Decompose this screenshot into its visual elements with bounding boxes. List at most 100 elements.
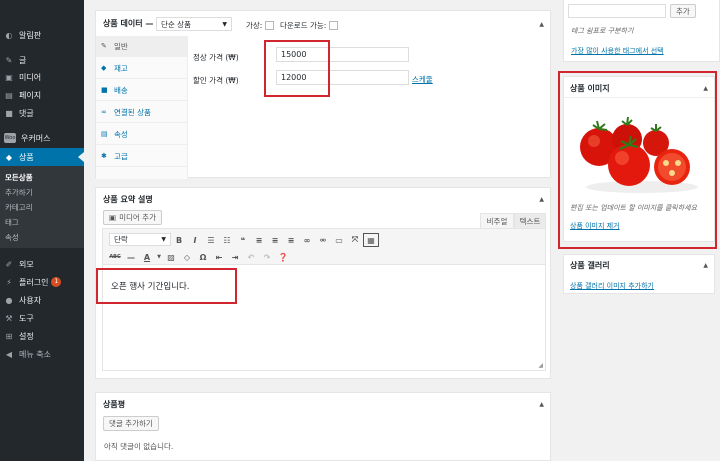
indent-icon[interactable]: ⇥ — [227, 250, 243, 264]
numbered-list-icon[interactable]: ☷ — [219, 233, 235, 247]
strikethrough-icon[interactable]: ABC — [107, 250, 123, 264]
link-icon: ∞ — [101, 108, 107, 116]
tab-text[interactable]: 텍스트 — [514, 213, 546, 228]
page-icon: ▤ — [5, 90, 13, 100]
special-character-icon[interactable]: Ω — [195, 250, 211, 264]
wrench-icon: ⚒ — [5, 313, 13, 323]
products-submenu: 모든상품 추가하기 카테고리 태그 속성 — [0, 166, 84, 248]
admin-sidebar: ◐ 알림판 ✎ 글 ▣ 미디어 ▤ 페이지 ■ 댓글 Woo 우커머스 ◆ 상품… — [0, 0, 84, 461]
submenu-tags[interactable]: 태그 — [5, 217, 19, 228]
box-icon: ◆ — [5, 152, 13, 162]
tab-attributes[interactable]: ▤ 속성 — [96, 124, 188, 145]
menu-dashboard[interactable]: ◐ 알림판 — [0, 26, 84, 44]
brush-icon: ✐ — [5, 259, 13, 269]
media-icon: ▣ — [5, 72, 13, 82]
add-comment-button[interactable]: 댓글 추가하기 — [103, 416, 159, 431]
menu-posts[interactable]: ✎ 글 — [0, 51, 84, 69]
submenu-attributes[interactable]: 속성 — [5, 232, 19, 243]
menu-pages[interactable]: ▤ 페이지 — [0, 86, 84, 104]
add-gallery-link[interactable]: 상품 갤러리 이미지 추가하기 — [570, 281, 654, 291]
add-tag-button[interactable]: 추가 — [670, 4, 696, 18]
menu-tools[interactable]: ⚒ 도구 — [0, 309, 84, 327]
add-media-button[interactable]: ▣ 미디어 추가 — [103, 210, 162, 225]
popular-tags-link[interactable]: 가장 많이 사용한 태그에서 선택 — [571, 46, 664, 56]
redo-icon[interactable]: ↷ — [259, 250, 275, 264]
read-more-icon[interactable]: ▭ — [331, 233, 347, 247]
menu-plugins[interactable]: ⚡ 플러그인 1 — [0, 273, 84, 291]
align-right-icon[interactable]: ≡ — [283, 233, 299, 247]
link-icon[interactable]: ∞ — [299, 233, 315, 247]
menu-collapse[interactable]: ◀ 메뉴 축소 — [0, 345, 84, 363]
tab-linked-products[interactable]: ∞ 연결된 상품 — [96, 102, 188, 123]
downloadable-option: 다운로드 가능: — [280, 20, 339, 31]
downloadable-checkbox[interactable] — [329, 21, 339, 30]
schedule-link[interactable]: 스케줄 — [412, 74, 433, 85]
tab-label: 속성 — [114, 129, 128, 139]
menu-label: 우커머스 — [21, 133, 51, 143]
virtual-label: 가상: — [246, 21, 263, 30]
outdent-icon[interactable]: ⇤ — [211, 250, 227, 264]
resize-handle-icon[interactable]: ◢ — [538, 362, 543, 369]
menu-label: 글 — [19, 55, 27, 65]
bold-icon[interactable]: B — [171, 233, 187, 247]
tab-label: 연결된 상품 — [114, 107, 151, 117]
chevron-down-icon: ▼ — [222, 20, 227, 28]
text-color-icon[interactable]: A — [139, 250, 155, 264]
submenu-categories[interactable]: 카테고리 — [5, 202, 33, 213]
menu-label: 댓글 — [19, 108, 34, 118]
product-data-panel: 상품 데이터 — 단순 상품 ▼ 가상: 다운로드 가능: ▲ ✎ 일반 ◆ 재… — [95, 10, 551, 179]
tab-label: 배송 — [114, 85, 128, 95]
format-value: 단락 — [114, 235, 128, 244]
fullscreen-icon[interactable]: ⤧ — [347, 233, 363, 247]
collapse-toggle-icon[interactable]: ▲ — [539, 401, 544, 408]
menu-users[interactable]: ● 사용자 — [0, 291, 84, 309]
menu-products[interactable]: ◆ 상품 — [0, 148, 84, 166]
menu-appearance[interactable]: ✐ 외모 — [0, 255, 84, 273]
italic-icon[interactable]: I — [187, 233, 203, 247]
collapse-toggle-icon[interactable]: ▲ — [539, 196, 544, 203]
menu-label: 페이지 — [19, 90, 42, 100]
tab-shipping[interactable]: ■ 배송 — [96, 80, 188, 101]
tab-advanced[interactable]: ✱ 고급 — [96, 146, 188, 167]
tab-visual[interactable]: 비주얼 — [480, 213, 514, 228]
horizontal-line-icon[interactable]: — — [123, 250, 139, 264]
menu-media[interactable]: ▣ 미디어 — [0, 68, 84, 86]
help-icon[interactable]: ❓ — [275, 250, 291, 264]
unlink-icon[interactable]: ⚮ — [315, 233, 331, 247]
align-left-icon[interactable]: ≡ — [251, 233, 267, 247]
panel-title: 상품 갤러리 — [570, 261, 610, 270]
settings-icon: ⊞ — [5, 331, 13, 341]
toolbar-row-2: ABC — A ▼ ▨ ◇ Ω ⇤ ⇥ ↶ ↷ ❓ — [107, 249, 291, 265]
empty-comments-text: 아직 댓글이 없습니다. — [104, 442, 174, 451]
blockquote-icon[interactable]: ❝ — [235, 233, 251, 247]
tab-inventory[interactable]: ◆ 재고 — [96, 58, 188, 79]
short-description-panel: 상품 요약 설명 ▲ ▣ 미디어 추가 비주얼 텍스트 단락 ▼ B I ☰ ☷… — [95, 187, 551, 379]
align-center-icon[interactable]: ≡ — [267, 233, 283, 247]
chevron-down-icon[interactable]: ▼ — [155, 250, 163, 264]
collapse-toggle-icon[interactable]: ▲ — [703, 262, 708, 269]
menu-label: 도구 — [19, 313, 34, 323]
menu-label: 외모 — [19, 259, 34, 269]
bullet-list-icon[interactable]: ☰ — [203, 233, 219, 247]
tab-general[interactable]: ✎ 일반 — [96, 36, 188, 57]
submenu-all-products[interactable]: 모든상품 — [5, 172, 33, 183]
format-select[interactable]: 단락 ▼ — [109, 233, 171, 246]
undo-icon[interactable]: ↶ — [243, 250, 259, 264]
menu-comments[interactable]: ■ 댓글 — [0, 104, 84, 122]
highlight-image-box — [558, 71, 717, 249]
paste-text-icon[interactable]: ▨ — [163, 250, 179, 264]
submenu-add-new[interactable]: 추가하기 — [5, 187, 33, 198]
gear-icon: ✱ — [101, 152, 107, 160]
tag-icon: ◆ — [101, 64, 107, 72]
product-type-select[interactable]: 단순 상품 ▼ — [156, 17, 232, 31]
collapse-icon: ◀ — [5, 349, 13, 359]
regular-price-label: 정상 가격 (₩) — [193, 53, 239, 62]
toolbar-toggle-icon[interactable]: ▦ — [363, 233, 379, 247]
sale-price-label: 할인 가격 (₩) — [193, 76, 239, 85]
collapse-toggle-icon[interactable]: ▲ — [539, 21, 544, 28]
virtual-checkbox[interactable] — [265, 21, 275, 30]
tag-input[interactable] — [568, 4, 666, 18]
clear-formatting-icon[interactable]: ◇ — [179, 250, 195, 264]
menu-settings[interactable]: ⊞ 설정 — [0, 327, 84, 345]
menu-woocommerce[interactable]: Woo 우커머스 — [0, 129, 84, 147]
